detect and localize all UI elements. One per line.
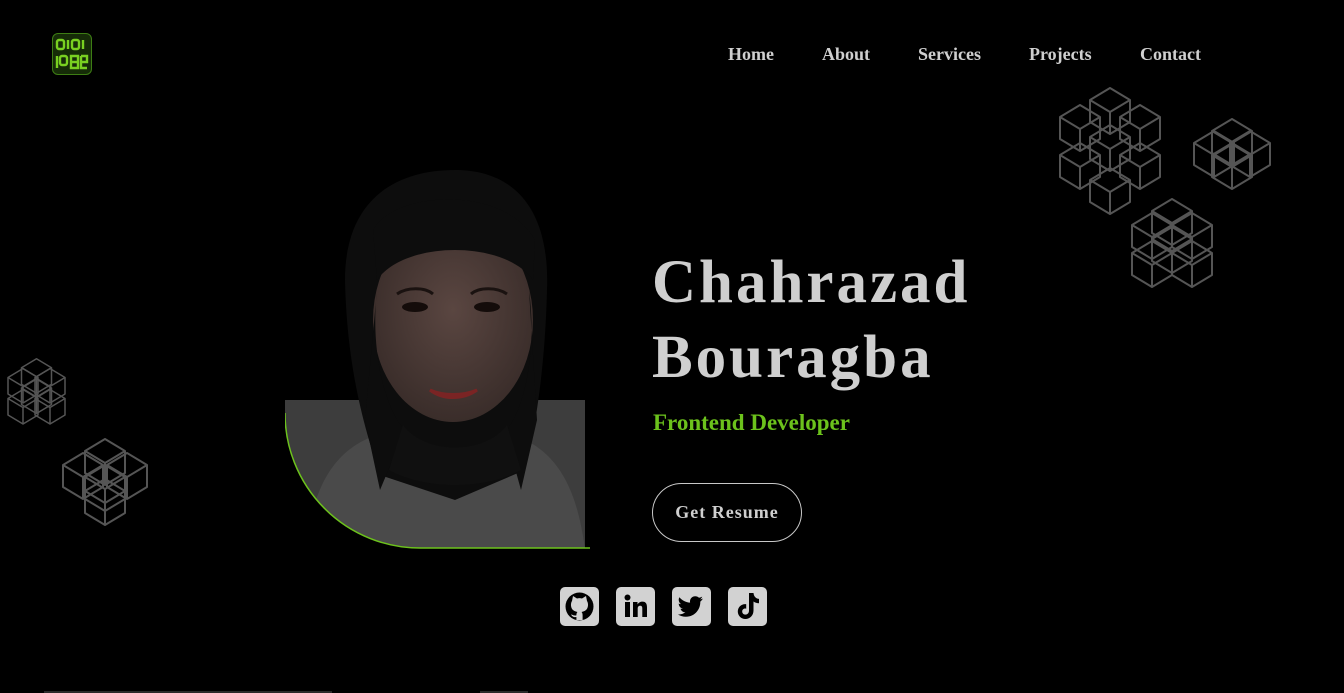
code-logo-icon <box>55 38 89 70</box>
cubes-decoration-top-right <box>1059 87 1271 288</box>
site-logo[interactable] <box>52 33 92 75</box>
get-resume-button[interactable]: Get Resume <box>652 483 802 542</box>
github-link[interactable] <box>560 587 599 626</box>
profile-photo <box>285 170 590 549</box>
cubes-decoration-left <box>7 358 148 526</box>
nav-projects[interactable]: Projects <box>1029 44 1092 65</box>
nav-contact[interactable]: Contact <box>1140 44 1201 65</box>
main-nav: Home About Services Projects Contact <box>700 44 1230 66</box>
nav-about[interactable]: About <box>822 44 870 65</box>
tiktok-icon <box>737 593 759 619</box>
github-icon <box>565 592 594 621</box>
twitter-icon <box>677 596 703 617</box>
linkedin-icon <box>624 594 647 617</box>
nav-services[interactable]: Services <box>918 44 981 65</box>
hero-name-last: Bouragba <box>652 324 934 391</box>
nav-home[interactable]: Home <box>728 44 774 65</box>
hero-role: Frontend Developer <box>653 410 850 435</box>
hero-name-first: Chahrazad <box>652 249 971 316</box>
twitter-link[interactable] <box>672 587 711 626</box>
tiktok-link[interactable] <box>728 587 767 626</box>
hero-name: Chahrazad Bouragba <box>652 245 970 395</box>
linkedin-link[interactable] <box>616 587 655 626</box>
